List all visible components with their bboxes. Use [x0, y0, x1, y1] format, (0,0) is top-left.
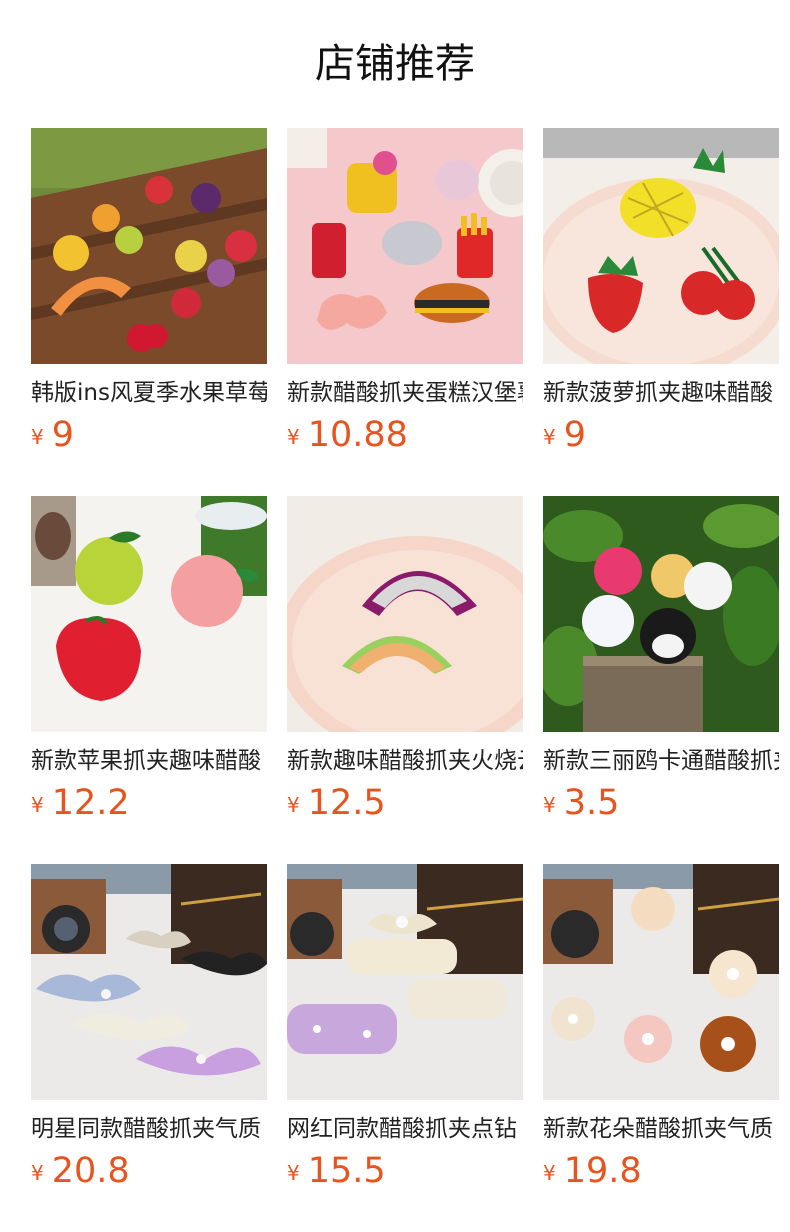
product-price: ¥19.8 [543, 1150, 779, 1198]
product-card[interactable]: 新款菠萝抓夹趣味醋酸 ¥9 [543, 128, 779, 496]
food-clips-image[interactable] [287, 128, 523, 364]
product-title[interactable]: 新款苹果抓夹趣味醋酸 [31, 744, 267, 778]
apple-clips-image[interactable] [31, 496, 267, 732]
currency-symbol: ¥ [31, 425, 44, 449]
product-card[interactable]: 新款苹果抓夹趣味醋酸 ¥12.2 [31, 496, 267, 864]
product-card[interactable]: 韩版ins风夏季水果草莓抓夹 ¥9 [31, 128, 267, 496]
cartoon-clips-image[interactable] [543, 496, 779, 732]
currency-symbol: ¥ [287, 425, 300, 449]
product-title[interactable]: 网红同款醋酸抓夹点钻 [287, 1112, 523, 1146]
product-price: ¥9 [543, 414, 779, 462]
product-price: ¥15.5 [287, 1150, 523, 1198]
currency-symbol: ¥ [543, 425, 556, 449]
product-price: ¥3.5 [543, 782, 779, 830]
price-amount: 12.2 [51, 783, 130, 823]
currency-symbol: ¥ [287, 1161, 300, 1185]
product-title[interactable]: 新款菠萝抓夹趣味醋酸 [543, 376, 779, 410]
price-amount: 10.88 [307, 415, 408, 455]
product-card[interactable]: 新款醋酸抓夹蛋糕汉堡薯条 ¥10.88 [287, 128, 523, 496]
product-title[interactable]: 明星同款醋酸抓夹气质 [31, 1112, 267, 1146]
rainbow-clips-image[interactable] [287, 496, 523, 732]
pineapple-clips-image[interactable] [543, 128, 779, 364]
pearl-clips-image[interactable] [287, 864, 523, 1100]
product-grid: 韩版ins风夏季水果草莓抓夹 ¥9 [31, 128, 790, 1232]
product-title[interactable]: 新款醋酸抓夹蛋糕汉堡薯条 [287, 376, 523, 410]
product-card[interactable]: 新款花朵醋酸抓夹气质 ¥19.8 [543, 864, 779, 1232]
currency-symbol: ¥ [287, 793, 300, 817]
product-price: ¥10.88 [287, 414, 523, 462]
fruit-clips-image[interactable] [31, 128, 267, 364]
price-amount: 9 [51, 415, 75, 455]
bow-clips-image[interactable] [31, 864, 267, 1100]
currency-symbol: ¥ [543, 1161, 556, 1185]
price-amount: 20.8 [51, 1151, 130, 1191]
product-title[interactable]: 新款花朵醋酸抓夹气质 [543, 1112, 779, 1146]
price-amount: 19.8 [563, 1151, 642, 1191]
product-title[interactable]: 新款趣味醋酸抓夹火烧云 [287, 744, 523, 778]
product-price: ¥20.8 [31, 1150, 267, 1198]
product-card[interactable]: 新款趣味醋酸抓夹火烧云 ¥12.5 [287, 496, 523, 864]
price-amount: 15.5 [307, 1151, 386, 1191]
product-card[interactable]: 明星同款醋酸抓夹气质 ¥20.8 [31, 864, 267, 1232]
product-price: ¥12.2 [31, 782, 267, 830]
currency-symbol: ¥ [543, 793, 556, 817]
currency-symbol: ¥ [31, 1161, 44, 1185]
section-title: 店铺推荐 [315, 41, 475, 87]
currency-symbol: ¥ [31, 793, 44, 817]
product-price: ¥9 [31, 414, 267, 462]
product-card[interactable]: 网红同款醋酸抓夹点钻 ¥15.5 [287, 864, 523, 1232]
flower-clips-image[interactable] [543, 864, 779, 1100]
product-title[interactable]: 新款三丽鸥卡通醋酸抓夹 [543, 744, 779, 778]
price-amount: 9 [563, 415, 587, 455]
price-amount: 3.5 [563, 783, 620, 823]
product-price: ¥12.5 [287, 782, 523, 830]
price-amount: 12.5 [307, 783, 386, 823]
product-card[interactable]: 新款三丽鸥卡通醋酸抓夹 ¥3.5 [543, 496, 779, 864]
product-title[interactable]: 韩版ins风夏季水果草莓抓夹 [31, 376, 267, 410]
